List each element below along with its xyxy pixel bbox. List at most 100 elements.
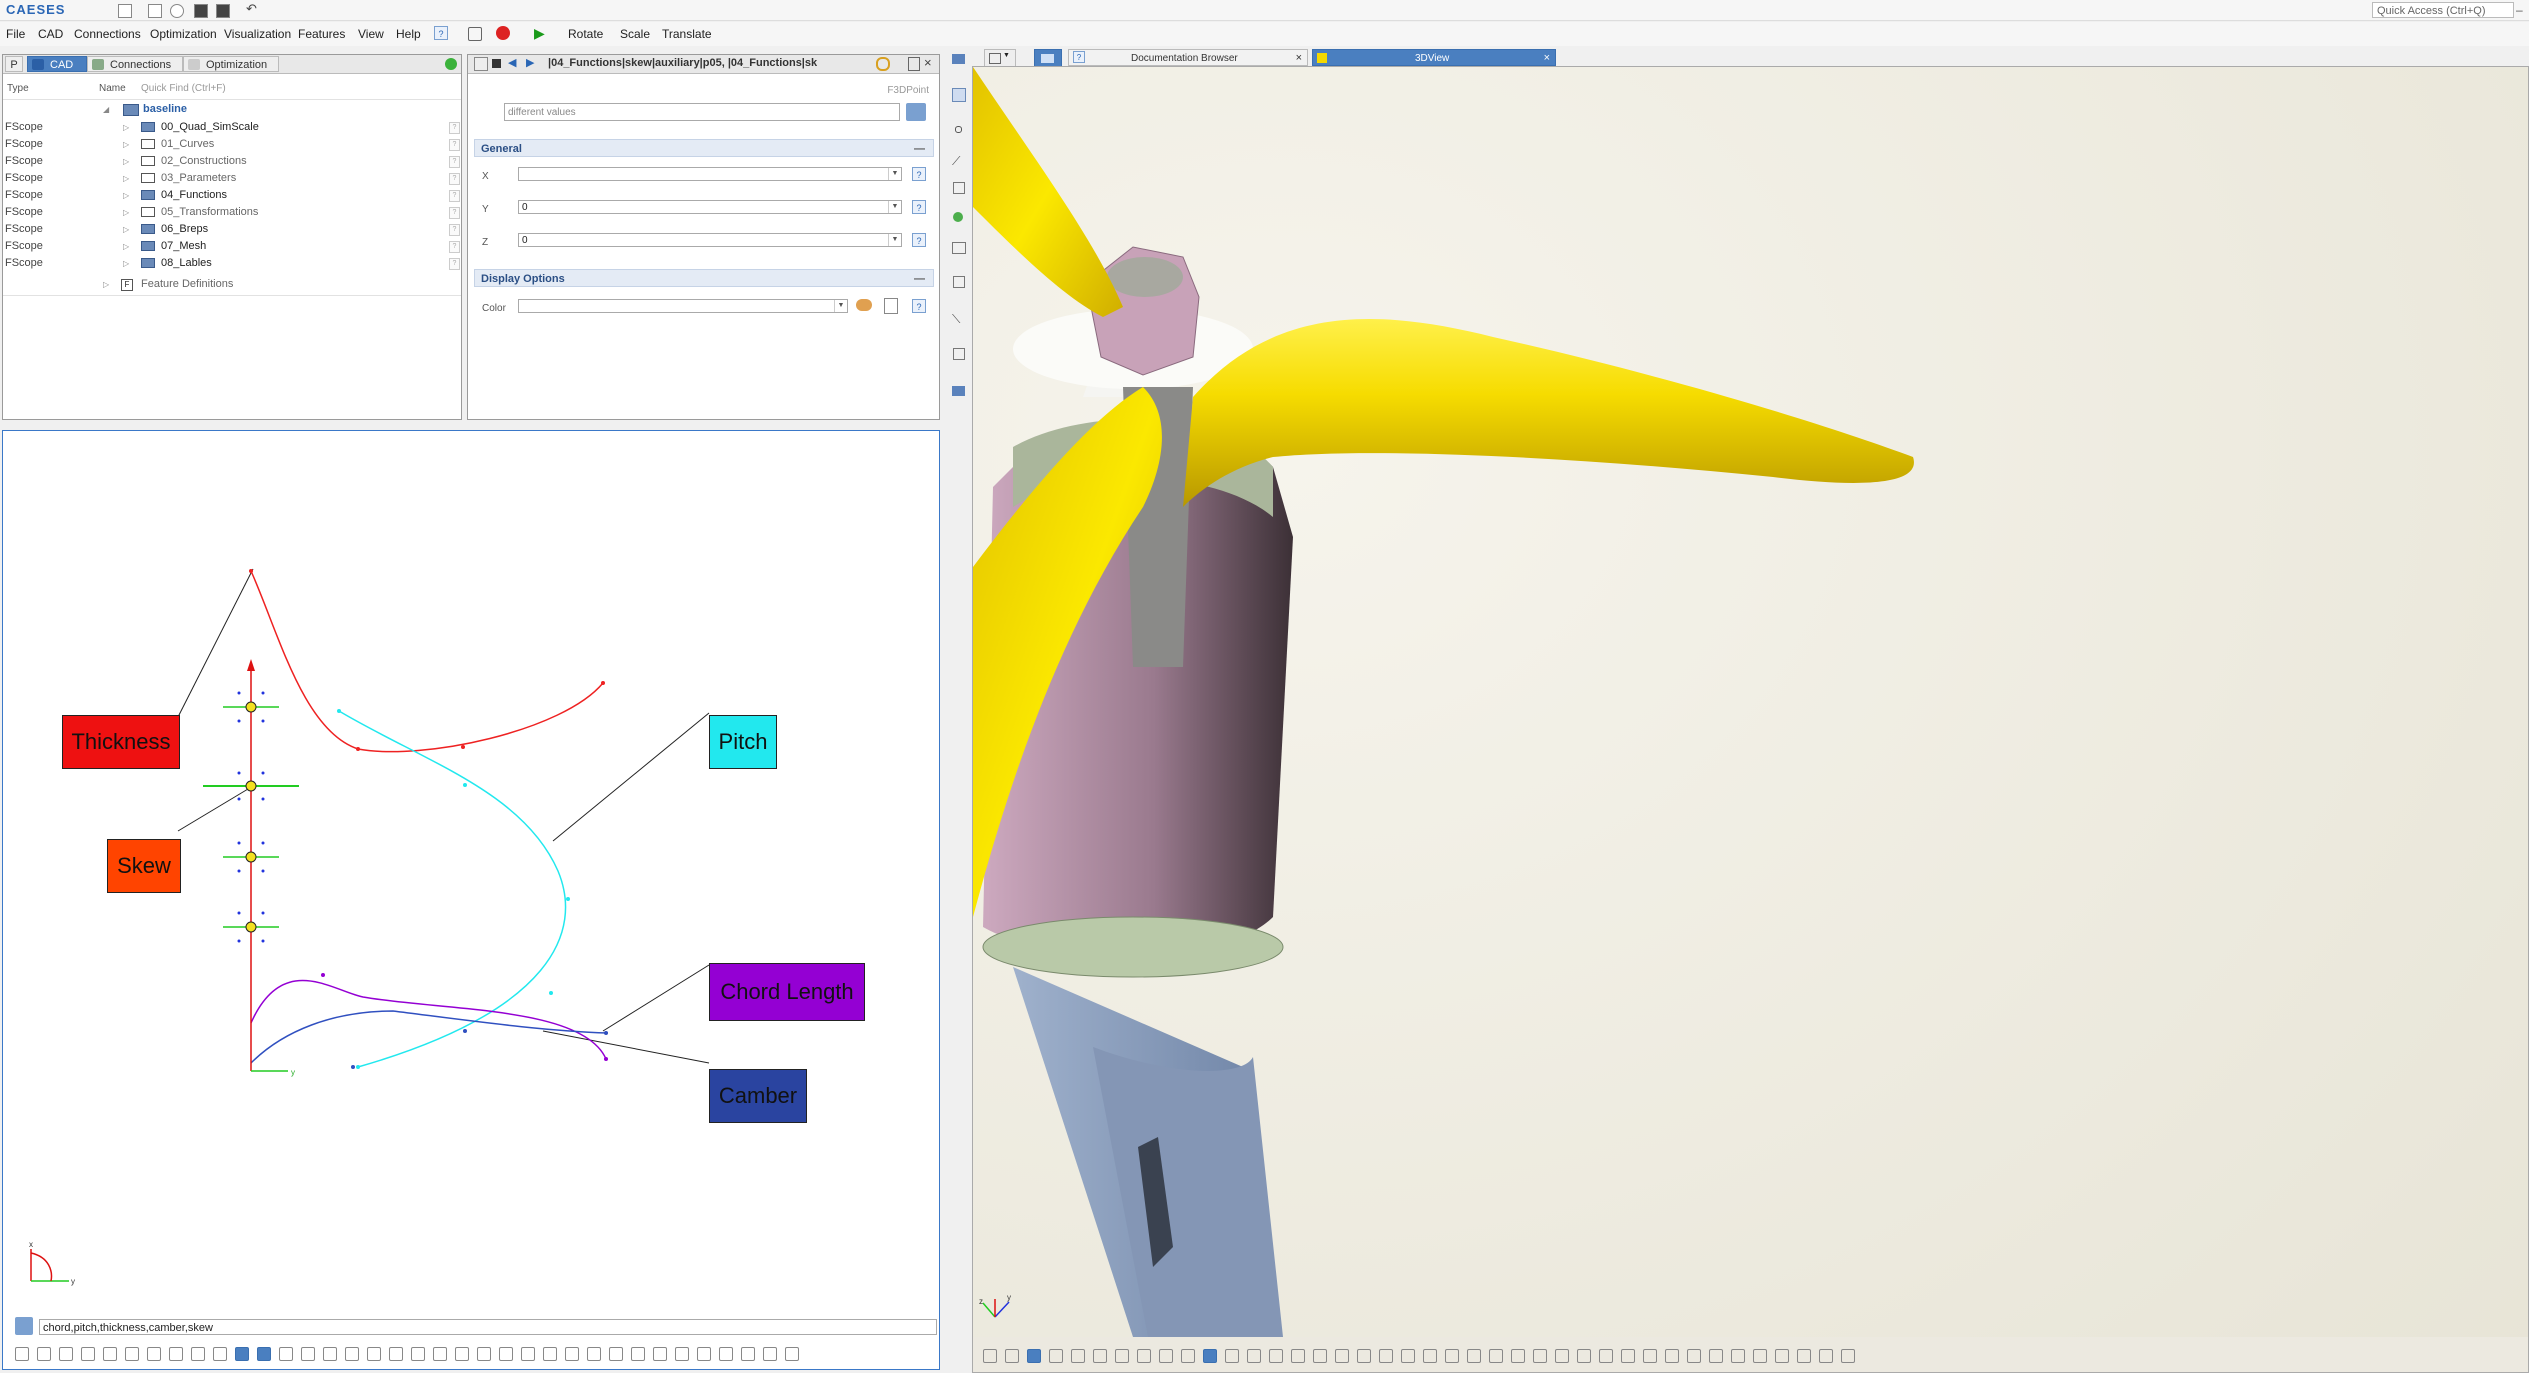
forward-icon[interactable]: ▶ [526, 56, 534, 69]
toolbar-tool-icon[interactable] [1291, 1349, 1305, 1363]
toolbar-tool-icon[interactable] [1841, 1349, 1855, 1363]
toolbar-tool-icon[interactable] [433, 1347, 447, 1361]
toolbar-tool-icon[interactable] [1555, 1349, 1569, 1363]
expand-arrow-icon[interactable]: ▷ [123, 153, 129, 170]
menu-features[interactable]: Features [298, 27, 345, 41]
toolbar-tool-icon[interactable] [499, 1347, 513, 1361]
collapse-icon[interactable]: — [914, 270, 925, 288]
row-checkbox[interactable]: ? [449, 122, 460, 134]
surface-green-icon[interactable] [953, 212, 963, 222]
toolbar-tool-icon[interactable] [1819, 1349, 1833, 1363]
tree-row[interactable]: FScope ▷ 01_Curves? [3, 136, 461, 153]
expand-arrow-icon[interactable]: ▷ [123, 221, 129, 238]
row-checkbox[interactable]: ? [449, 156, 460, 168]
toolbar-tool-icon[interactable] [1643, 1349, 1657, 1363]
copy-icon[interactable] [468, 27, 482, 41]
row-checkbox[interactable]: ? [449, 173, 460, 185]
tree-row[interactable]: FScope ▷ 07_Mesh? [3, 238, 461, 255]
menu-connections[interactable]: Connections [74, 27, 141, 41]
toolbar-tool-icon[interactable] [741, 1347, 755, 1361]
edit-icon[interactable] [884, 298, 898, 314]
rotate-button[interactable]: Rotate [568, 27, 603, 41]
folder-icon[interactable] [952, 54, 965, 64]
measure-icon[interactable]: ⟍ [952, 312, 960, 327]
save-as-icon[interactable] [216, 4, 230, 18]
menu-file[interactable]: File [6, 27, 25, 41]
section-general[interactable]: General — [474, 139, 934, 157]
toolbar-tool-icon[interactable] [1115, 1349, 1129, 1363]
tree-row[interactable]: FScope ▷ 03_Parameters? [3, 170, 461, 187]
toolbar-tool-icon[interactable] [1423, 1349, 1437, 1363]
menu-cad[interactable]: CAD [38, 27, 63, 41]
folder-blue-icon[interactable] [952, 386, 965, 396]
toolbar-tool-icon[interactable] [609, 1347, 623, 1361]
curve-icon[interactable]: ⟋ [952, 154, 960, 169]
toolbar-tool-icon[interactable] [235, 1347, 249, 1361]
toolbar-tool-icon[interactable] [1797, 1349, 1811, 1363]
toolbar-tool-icon[interactable] [1775, 1349, 1789, 1363]
command-input[interactable]: chord,pitch,thickness,camber,skew [39, 1319, 937, 1335]
toolbar-tool-icon[interactable] [81, 1347, 95, 1361]
toolbar-tool-icon[interactable] [1731, 1349, 1745, 1363]
propeller-model[interactable] [973, 67, 2528, 1337]
undo-icon[interactable]: ↶ [246, 1, 257, 17]
row-checkbox[interactable]: ? [449, 190, 460, 202]
help-icon[interactable]: ? [434, 26, 448, 40]
expand-arrow-icon[interactable]: ▷ [123, 187, 129, 204]
row-checkbox[interactable]: ? [449, 139, 460, 151]
expand-arrow-icon[interactable]: ▷ [123, 136, 129, 153]
toolbar-tool-icon[interactable] [631, 1347, 645, 1361]
section-display-options[interactable]: Display Options — [474, 269, 934, 287]
expand-arrow-icon[interactable]: ▷ [123, 119, 129, 136]
tab-cad[interactable]: CAD [27, 56, 87, 72]
toolbar-tool-icon[interactable] [1687, 1349, 1701, 1363]
tab-connections[interactable]: Connections [87, 56, 183, 72]
toolbar-tool-icon[interactable] [323, 1347, 337, 1361]
toolbar-tool-icon[interactable] [785, 1347, 799, 1361]
run-icon[interactable]: ▶ [534, 25, 545, 42]
y-help-button[interactable]: ? [912, 200, 926, 214]
toolbar-tool-icon[interactable] [1379, 1349, 1393, 1363]
quick-find-input[interactable]: Quick Find (Ctrl+F) [141, 83, 226, 94]
toolbar-tool-icon[interactable] [1093, 1349, 1107, 1363]
menu-view[interactable]: View [358, 27, 384, 41]
command-search-icon[interactable] [15, 1317, 33, 1335]
toolbar-tool-icon[interactable] [125, 1347, 139, 1361]
toolbar-tool-icon[interactable] [1269, 1349, 1283, 1363]
layout-icon[interactable] [118, 4, 132, 18]
toolbar-tool-icon[interactable] [455, 1347, 469, 1361]
toolbar-tool-icon[interactable] [1665, 1349, 1679, 1363]
row-checkbox[interactable]: ? [449, 224, 460, 236]
menu-optimization[interactable]: Optimization [150, 27, 217, 41]
tree-row-feature-definitions[interactable]: ▷ F Feature Definitions [3, 276, 461, 293]
expand-arrow-icon[interactable]: ▷ [123, 255, 129, 272]
toolbar-tool-icon[interactable] [103, 1347, 117, 1361]
row-checkbox[interactable]: ? [449, 241, 460, 253]
toolbar-tool-icon[interactable] [719, 1347, 733, 1361]
scale-button[interactable]: Scale [620, 27, 650, 41]
close-icon[interactable]: × [1544, 50, 1550, 67]
row-checkbox[interactable]: ? [449, 207, 460, 219]
z-help-button[interactable]: ? [912, 233, 926, 247]
toolbar-tool-icon[interactable] [1401, 1349, 1415, 1363]
menu-visualization[interactable]: Visualization [224, 27, 291, 41]
row-checkbox[interactable]: ? [449, 258, 460, 270]
tab-optimization[interactable]: Optimization [183, 56, 279, 72]
settings-icon[interactable] [953, 348, 965, 360]
tree-row[interactable]: FScope ▷ 06_Breps? [3, 221, 461, 238]
toolbar-tool-icon[interactable] [1005, 1349, 1019, 1363]
toolbar-tool-icon[interactable] [389, 1347, 403, 1361]
toolbar-tool-icon[interactable] [301, 1347, 315, 1361]
toolbar-tool-icon[interactable] [367, 1347, 381, 1361]
tab-documentation-browser[interactable]: ? Documentation Browser × [1068, 49, 1308, 66]
toolbar-tool-icon[interactable] [1445, 1349, 1459, 1363]
toolbar-tool-icon[interactable] [1599, 1349, 1613, 1363]
toolbar-tool-icon[interactable] [191, 1347, 205, 1361]
tree-row[interactable]: FScope ▷ 08_Lables? [3, 255, 461, 272]
toolbar-tool-icon[interactable] [1489, 1349, 1503, 1363]
transform-icon[interactable] [953, 276, 965, 288]
toolbar-tool-icon[interactable] [411, 1347, 425, 1361]
chevron-down-icon[interactable]: ▼ [834, 300, 847, 312]
copy-small-icon[interactable] [908, 57, 920, 71]
toolbar-tool-icon[interactable] [213, 1347, 227, 1361]
